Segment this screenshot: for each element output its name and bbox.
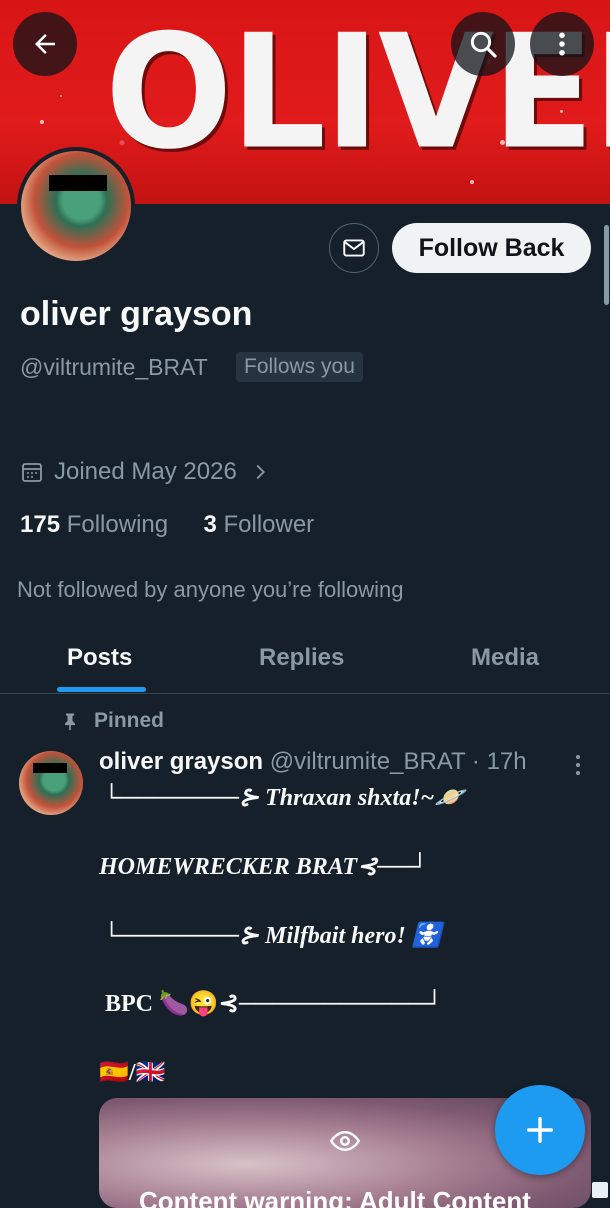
- follows-you-badge: Follows you: [236, 352, 363, 382]
- scrollbar[interactable]: [604, 225, 609, 305]
- pinned-label: Pinned: [94, 709, 165, 732]
- arrow-left-icon: [35, 34, 55, 54]
- joined-date[interactable]: Joined May 2026: [20, 458, 271, 486]
- post-line-5: 🇪🇸/🇬🇧: [99, 1060, 166, 1086]
- post-line-2: HOMEWRECKER BRAT⊰──┘: [99, 854, 429, 880]
- pin-icon: [65, 713, 75, 731]
- more-vertical-icon: [559, 32, 565, 56]
- tab-media[interactable]: Media: [471, 644, 539, 672]
- post-handle[interactable]: @viltrumite_BRAT: [270, 748, 466, 775]
- calendar-icon: [22, 463, 42, 482]
- tab-posts[interactable]: Posts: [67, 644, 132, 672]
- followers-label: Follower: [223, 511, 315, 538]
- search-button[interactable]: [451, 12, 515, 76]
- post-time[interactable]: · 17h: [472, 748, 527, 775]
- pinned-indicator: Pinned: [60, 709, 164, 733]
- compose-button[interactable]: [495, 1085, 585, 1175]
- post-line-1: └───────⊱ Thraxan shxta!~🪐: [103, 785, 465, 811]
- post-avatar[interactable]: [19, 751, 83, 815]
- mail-icon: [343, 239, 365, 257]
- search-icon: [470, 31, 497, 58]
- chevron-right-icon: [256, 464, 265, 480]
- tab-replies[interactable]: Replies: [259, 644, 344, 672]
- profile-avatar[interactable]: [17, 147, 135, 265]
- following-count: 175: [20, 511, 61, 538]
- follow-stats: 175 Following 3 Follower: [20, 511, 314, 539]
- follow-back-button[interactable]: Follow Back: [392, 223, 591, 273]
- tabs-divider: [0, 693, 610, 694]
- post-header: oliver grayson @viltrumite_BRAT · 17h: [99, 748, 527, 776]
- post-line-4: BPC 🍆😜⊰───────────┘: [105, 991, 443, 1017]
- following-label: Following: [66, 511, 169, 538]
- back-button[interactable]: [13, 12, 77, 76]
- eye-icon: [329, 1130, 361, 1152]
- not-followed-note: Not followed by anyone you’re following: [17, 577, 404, 602]
- post-author[interactable]: oliver grayson: [99, 748, 263, 775]
- profile-handle: @viltrumite_BRAT: [20, 354, 208, 380]
- followers-link[interactable]: 3 Follower: [203, 511, 314, 538]
- post-more-icon[interactable]: [568, 752, 588, 778]
- joined-label: Joined May 2026: [54, 458, 237, 485]
- more-button[interactable]: [530, 12, 594, 76]
- post-line-3: └───────⊱ Milfbait hero! 🚼: [103, 923, 442, 949]
- active-tab-indicator: [57, 687, 146, 692]
- plus-icon: [526, 1116, 554, 1144]
- censor-bar: [33, 763, 67, 773]
- profile-name: oliver grayson: [20, 295, 253, 333]
- content-warning-text: Content warning: Adult Content: [139, 1186, 531, 1208]
- followers-count: 3: [203, 511, 217, 538]
- corner-badge-icon: [592, 1182, 608, 1198]
- following-link[interactable]: 175 Following: [20, 511, 168, 538]
- censor-bar: [49, 175, 107, 191]
- message-button[interactable]: [329, 223, 379, 273]
